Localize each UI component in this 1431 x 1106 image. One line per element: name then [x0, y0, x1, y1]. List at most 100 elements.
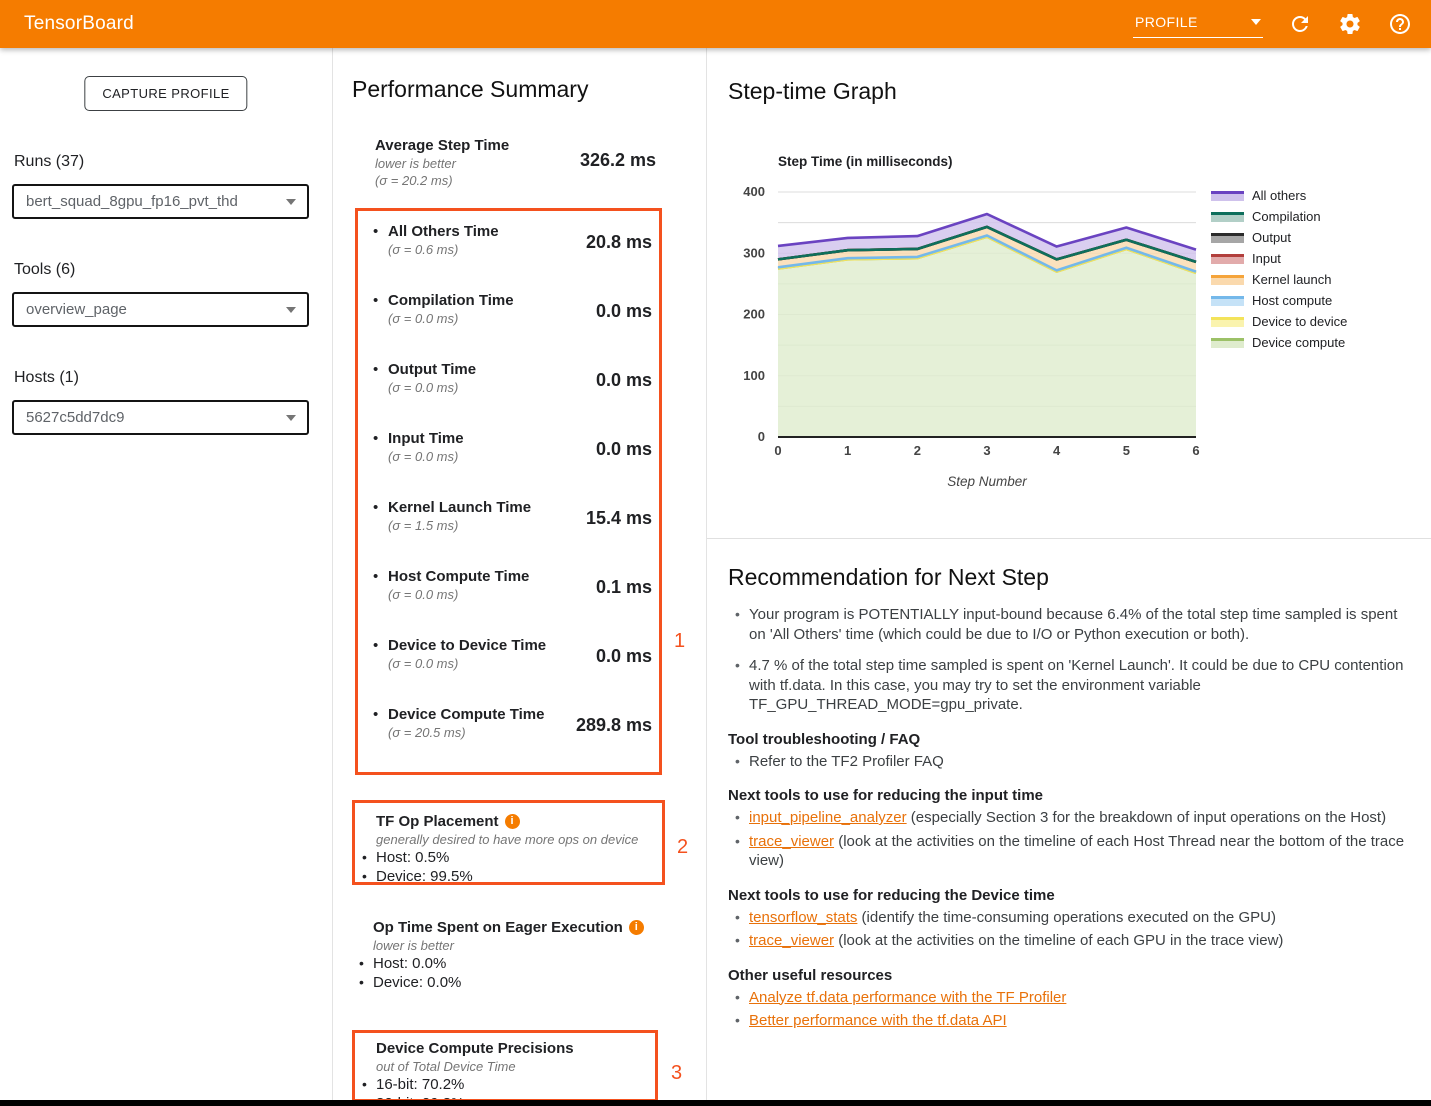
tensorflow-stats-link[interactable]: tensorflow_stats [749, 909, 857, 926]
device-compute-precisions-title: Device Compute Precisions [355, 1039, 655, 1058]
tool-item: input_pipeline_analyzer (especially Sect… [749, 808, 1405, 828]
tf-op-placement-title: TF Op Placement i [355, 812, 662, 831]
panel-divider [707, 538, 1431, 539]
legend-label: Compilation [1252, 209, 1321, 224]
legend-swatch [1211, 338, 1244, 348]
metric-sigma: (σ = 0.6 ms) [388, 241, 499, 258]
window-bottom-edge [0, 1100, 1431, 1106]
metric-name: Compilation Time [388, 291, 514, 310]
recommendation-bullet: Your program is POTENTIALLY input-bound … [749, 605, 1405, 644]
runs-label: Runs (37) [14, 153, 84, 171]
legend-item: All others [1211, 189, 1347, 202]
annotation-box-1: • All Others Time (σ = 0.6 ms) 20.8 ms •… [355, 208, 662, 775]
legend-item: Output [1211, 231, 1347, 244]
average-step-time-value: 326.2 ms [580, 150, 656, 189]
tfdata-api-link[interactable]: Better performance with the tf.data API [749, 1012, 1007, 1029]
app-header: TensorBoard PROFILE [0, 0, 1431, 48]
legend-swatch [1211, 254, 1244, 264]
legend-swatch [1211, 296, 1244, 306]
average-step-time-label: Average Step Time lower is better (σ = 2… [375, 136, 509, 189]
list-item: Host: 0.0% [352, 954, 665, 973]
section-title-text: TF Op Placement [376, 812, 499, 831]
resources-list: Analyze tf.data performance with the TF … [728, 988, 1405, 1031]
svg-text:0: 0 [758, 429, 765, 444]
metric-name: Average Step Time [375, 136, 509, 155]
info-icon[interactable]: i [505, 814, 520, 829]
metric-sigma: (σ = 0.0 ms) [388, 448, 464, 465]
sidebar: CAPTURE PROFILE Runs (37) bert_squad_8gp… [0, 48, 333, 1106]
tools-label: Tools (6) [14, 261, 75, 279]
capture-profile-button[interactable]: CAPTURE PROFILE [84, 76, 247, 111]
metric-value: 0.0 ms [596, 370, 652, 429]
svg-text:0: 0 [774, 443, 781, 458]
legend-item: Host compute [1211, 294, 1347, 307]
hosts-select[interactable]: 5627c5dd7dc9 [12, 400, 309, 435]
legend-swatch [1211, 212, 1244, 222]
runs-select[interactable]: bert_squad_8gpu_fp16_pvt_thd [12, 184, 309, 219]
app-title: TensorBoard [24, 13, 134, 35]
tfdata-profiler-link[interactable]: Analyze tf.data performance with the TF … [749, 989, 1066, 1006]
metric-row: • Device to Device Time (σ = 0.0 ms) 0.0… [358, 636, 652, 705]
metric-name: Device Compute Time [388, 705, 544, 724]
legend-item: Device to device [1211, 315, 1347, 328]
svg-text:5: 5 [1123, 443, 1130, 458]
annotation-box-3: Device Compute Precisions out of Total D… [352, 1030, 658, 1102]
tf-op-placement-note: generally desired to have more ops on de… [355, 831, 662, 848]
trace-viewer-link[interactable]: trace_viewer [749, 833, 834, 850]
hosts-label: Hosts (1) [14, 369, 79, 387]
metric-name: Input Time [388, 429, 464, 448]
bullet-dot: • [373, 499, 378, 516]
chevron-down-icon [286, 199, 296, 205]
bullet-dot: • [373, 292, 378, 309]
hosts-select-value: 5627c5dd7dc9 [26, 409, 124, 426]
help-button[interactable] [1387, 11, 1413, 37]
svg-text:100: 100 [743, 368, 765, 383]
legend-swatch [1211, 317, 1244, 327]
dashboard-selector-value: PROFILE [1135, 14, 1198, 30]
legend-label: Output [1252, 230, 1291, 245]
metric-row: • Host Compute Time (σ = 0.0 ms) 0.1 ms [358, 567, 652, 636]
settings-button[interactable] [1337, 11, 1363, 37]
metric-row: • Device Compute Time (σ = 20.5 ms) 289.… [358, 705, 652, 774]
faq-item: Refer to the TF2 Profiler FAQ [749, 752, 1405, 772]
legend-label: Input [1252, 251, 1281, 266]
metric-name: Kernel Launch Time [388, 498, 531, 517]
bullet-dot: • [373, 706, 378, 723]
performance-summary-title: Performance Summary [352, 76, 588, 103]
section-title-text: Op Time Spent on Eager Execution [373, 918, 623, 937]
faq-list: Refer to the TF2 Profiler FAQ [728, 752, 1405, 772]
metric-sigma: (σ = 0.0 ms) [388, 655, 546, 672]
svg-text:300: 300 [743, 245, 765, 260]
info-icon[interactable]: i [629, 920, 644, 935]
device-tools-heading: Next tools to use for reducing the Devic… [728, 886, 1405, 905]
tool-item-text: (identify the time-consuming operations … [857, 909, 1276, 926]
bullet-dot: • [373, 361, 378, 378]
runs-select-value: bert_squad_8gpu_fp16_pvt_thd [26, 193, 238, 210]
dashboard-selector[interactable]: PROFILE [1133, 10, 1263, 38]
svg-text:3: 3 [983, 443, 990, 458]
svg-text:4: 4 [1053, 443, 1061, 458]
legend-item: Kernel launch [1211, 273, 1347, 286]
metric-value: 289.8 ms [576, 715, 652, 774]
refresh-button[interactable] [1287, 11, 1313, 37]
input-pipeline-analyzer-link[interactable]: input_pipeline_analyzer [749, 809, 907, 826]
bullet-dot: • [373, 568, 378, 585]
svg-text:1: 1 [844, 443, 851, 458]
eager-execution-title: Op Time Spent on Eager Execution i [352, 918, 665, 937]
resource-item: Better performance with the tf.data API [749, 1011, 1405, 1031]
svg-text:2: 2 [914, 443, 921, 458]
resources-heading: Other useful resources [728, 966, 1405, 985]
metric-value: 0.0 ms [596, 439, 652, 498]
trace-viewer-link[interactable]: trace_viewer [749, 932, 834, 949]
header-actions: PROFILE [1133, 10, 1413, 38]
annotation-number-3: 3 [671, 1062, 682, 1085]
metric-name: Output Time [388, 360, 476, 379]
svg-text:Step Number: Step Number [947, 474, 1027, 489]
input-tools-heading: Next tools to use for reducing the input… [728, 786, 1405, 805]
step-time-panel: Step-time Graph 01002003004000123456Step… [707, 48, 1431, 1106]
annotation-number-2: 2 [677, 836, 688, 859]
help-icon [1388, 12, 1412, 36]
tools-select[interactable]: overview_page [12, 292, 309, 327]
metric-sigma: (σ = 0.0 ms) [388, 379, 476, 396]
metric-name: Host Compute Time [388, 567, 529, 586]
